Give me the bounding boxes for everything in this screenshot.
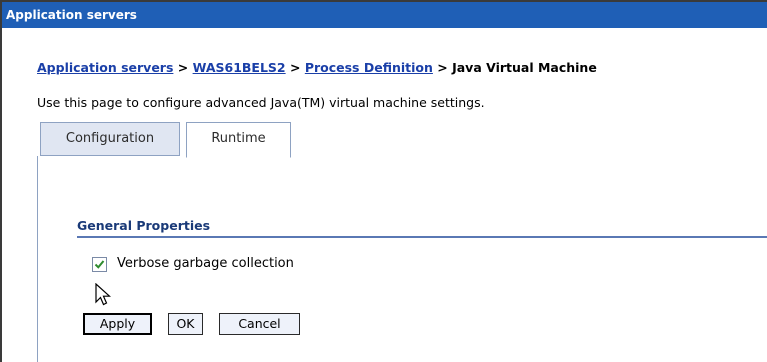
breadcrumb-current-page: Java Virtual Machine (452, 60, 597, 75)
section-divider (77, 236, 767, 238)
mouse-pointer-icon (95, 282, 112, 311)
breadcrumb-process-definition[interactable]: Process Definition (305, 60, 433, 75)
verbose-gc-checkbox[interactable] (92, 257, 107, 272)
general-properties-heading: General Properties (77, 218, 211, 233)
tab-runtime[interactable]: Runtime (186, 122, 291, 158)
apply-button[interactable]: Apply (83, 313, 152, 335)
checkmark-icon (94, 260, 105, 269)
breadcrumb-was61bels2[interactable]: WAS61BELS2 (193, 60, 286, 75)
window-title: Application servers (2, 2, 767, 28)
breadcrumb: Application servers > WAS61BELS2 > Proce… (37, 60, 597, 75)
verbose-gc-label[interactable]: Verbose garbage collection (117, 256, 294, 271)
breadcrumb-separator: > (173, 60, 193, 75)
ok-button[interactable]: OK (168, 313, 203, 335)
breadcrumb-application-servers[interactable]: Application servers (37, 60, 173, 75)
breadcrumb-separator: > (285, 60, 305, 75)
cancel-button[interactable]: Cancel (219, 313, 300, 335)
tab-configuration[interactable]: Configuration (40, 122, 180, 156)
breadcrumb-separator: > (432, 60, 453, 75)
page-description: Use this page to configure advanced Java… (37, 95, 485, 110)
